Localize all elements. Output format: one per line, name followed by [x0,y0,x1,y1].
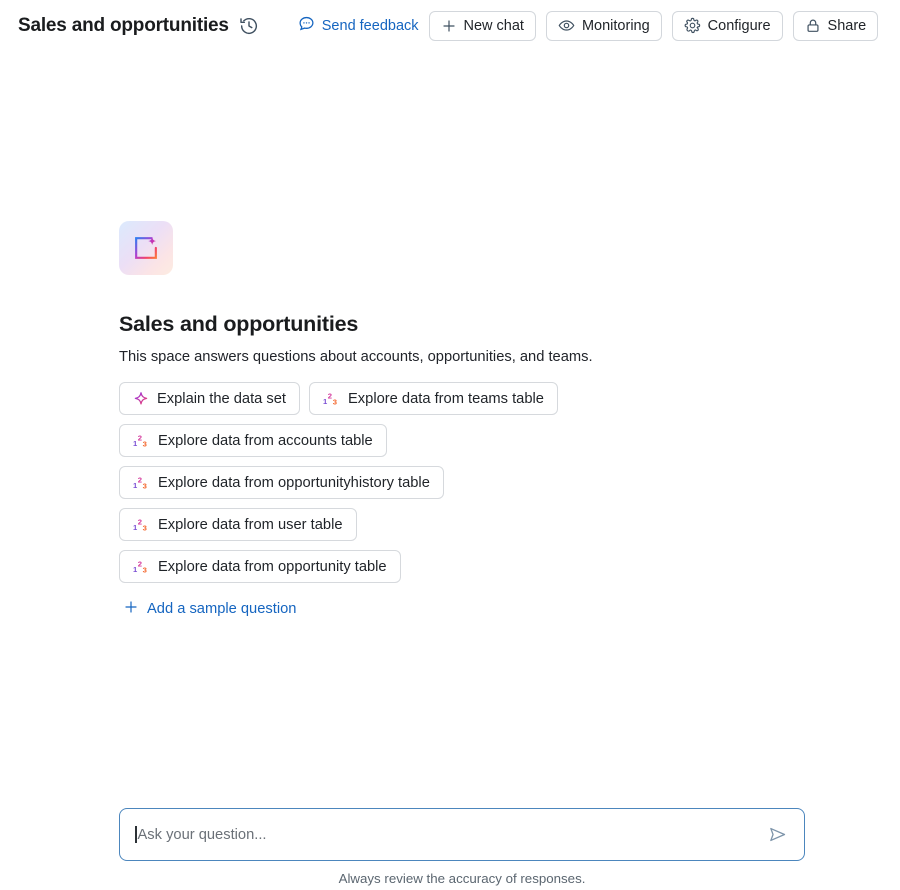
question-input[interactable]: Ask your question... [119,808,805,861]
send-feedback-label: Send feedback [321,17,419,34]
space-description: This space answers questions about accou… [119,349,593,365]
page-title: Sales and opportunities [18,14,229,36]
history-clock-icon[interactable] [238,15,260,37]
svg-text:3: 3 [143,439,147,448]
suggestion-chip-explain-data-set[interactable]: Explain the data set [119,382,301,415]
app-header: Sales and opportunities Send feedback Ne… [0,0,900,51]
main-content: Sales and opportunities This space answe… [0,51,900,890]
suggestion-row-1: Explain the data set 1 2 3 Explore data … [119,382,699,415]
header-actions: Send feedback New chat Monitoring Config… [298,10,900,41]
suggestion-chip-label: Explain the data set [157,390,287,407]
svg-text:2: 2 [138,560,142,569]
svg-text:3: 3 [143,481,147,490]
monitoring-label: Monitoring [581,17,650,34]
send-feedback-link[interactable]: Send feedback [298,15,419,36]
intro-block: Sales and opportunities This space answe… [119,221,839,620]
svg-text:2: 2 [138,476,142,485]
composer-area: Ask your question... Always review the a… [119,808,805,886]
kebab-menu-icon[interactable] [890,11,900,41]
add-sample-question-label: Add a sample question [147,601,297,617]
share-label: Share [827,17,867,34]
svg-text:3: 3 [143,523,147,532]
sparkle-icon [133,391,149,407]
plus-icon [123,599,139,619]
question-input-placeholder: Ask your question... [137,826,267,843]
share-button[interactable]: Share [792,10,879,41]
svg-text:2: 2 [328,392,332,401]
numbers-123-icon: 1 2 3 [133,559,150,574]
accuracy-disclaimer: Always review the accuracy of responses. [338,871,586,886]
suggestion-chip-label: Explore data from accounts table [158,432,373,449]
gear-icon [684,17,701,34]
suggestion-chip-label: Explore data from opportunityhistory tab… [158,474,430,491]
new-chat-button[interactable]: New chat [428,10,536,41]
suggestion-chip-opportunity-table[interactable]: 1 2 3 Explore data from opportunity tabl… [119,550,401,583]
suggestion-row-2: 1 2 3 Explore data from accounts table [119,424,699,457]
numbers-123-icon: 1 2 3 [133,475,150,490]
numbers-123-icon: 1 2 3 [323,391,340,406]
suggestion-chip-teams-table[interactable]: 1 2 3 Explore data from teams table [309,382,558,415]
suggestion-chip-label: Explore data from user table [158,516,343,533]
numbers-123-icon: 1 2 3 [133,517,150,532]
numbers-123-icon: 1 2 3 [133,433,150,448]
eye-icon [558,17,575,34]
suggestion-row-3: 1 2 3 Explore data from opportunityhisto… [119,466,699,499]
speech-bubble-icon [298,15,315,36]
svg-text:3: 3 [333,397,337,406]
suggestion-chip-label: Explore data from opportunity table [158,558,387,575]
svg-text:2: 2 [138,518,142,527]
title-group: Sales and opportunities [18,15,260,37]
svg-text:2: 2 [138,434,142,443]
monitoring-button[interactable]: Monitoring [545,10,662,41]
suggestion-row-4: 1 2 3 Explore data from user table [119,508,699,541]
send-paper-plane-icon[interactable] [764,822,790,848]
svg-text:3: 3 [143,565,147,574]
text-caret [135,826,137,843]
new-chat-label: New chat [463,17,524,34]
sparkle-canvas-icon [119,221,173,275]
plus-icon [441,18,457,34]
add-sample-question-button[interactable]: Add a sample question [123,599,296,619]
suggestion-chip-list: Explain the data set 1 2 3 Explore data … [119,382,699,583]
lock-icon [805,18,821,34]
suggestion-row-5: 1 2 3 Explore data from opportunity tabl… [119,550,699,583]
space-title: Sales and opportunities [119,312,359,336]
suggestion-chip-label: Explore data from teams table [348,390,544,407]
configure-label: Configure [707,17,771,34]
suggestion-chip-opportunityhistory-table[interactable]: 1 2 3 Explore data from opportunityhisto… [119,466,444,499]
suggestion-chip-accounts-table[interactable]: 1 2 3 Explore data from accounts table [119,424,387,457]
suggestion-chip-user-table[interactable]: 1 2 3 Explore data from user table [119,508,357,541]
configure-button[interactable]: Configure [671,10,783,41]
